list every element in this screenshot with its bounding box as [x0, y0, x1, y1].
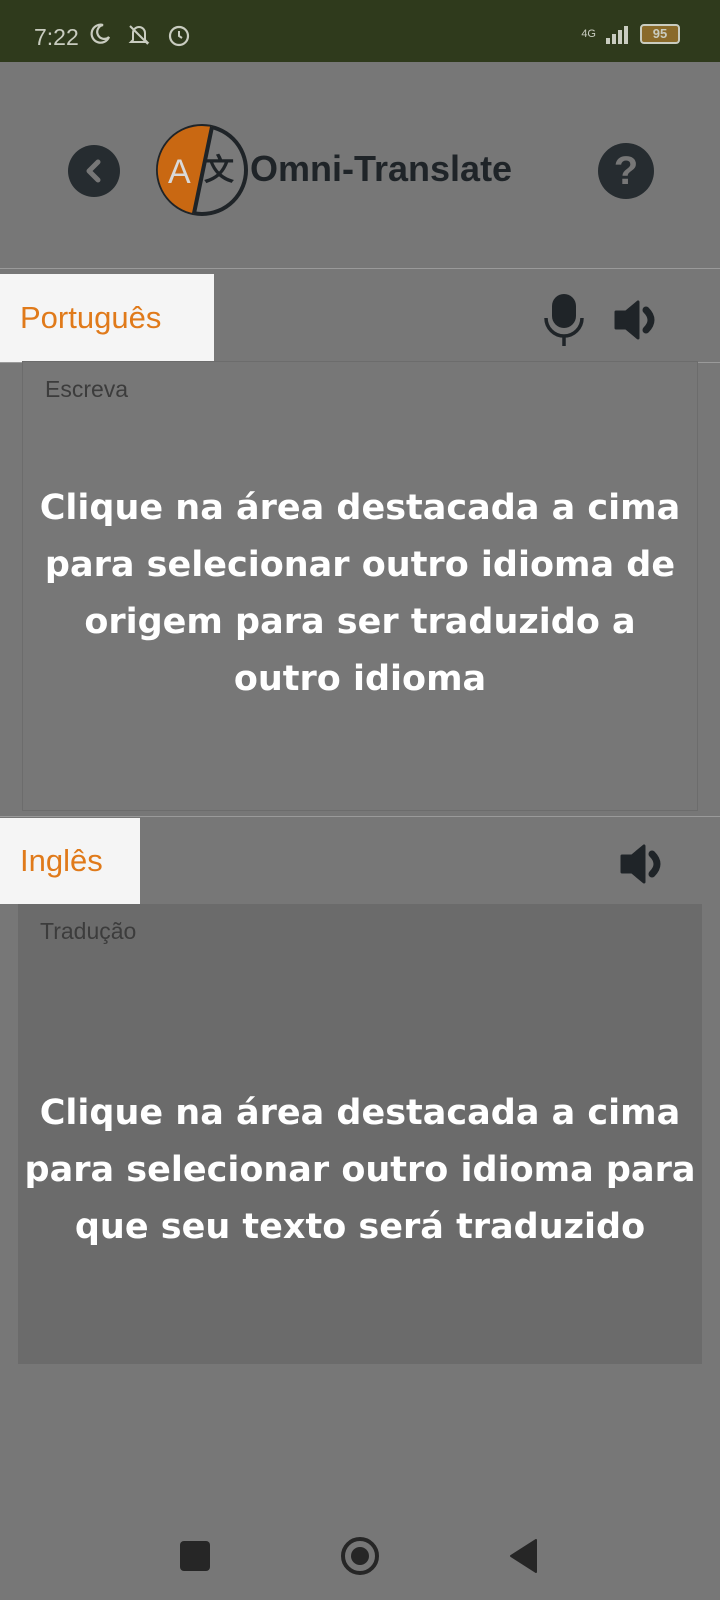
help-button[interactable]: ?	[598, 143, 654, 199]
logo-letter-a: A	[168, 153, 191, 191]
back-icon	[86, 159, 101, 183]
status-icons-right: 4G 95	[581, 24, 680, 44]
divider	[0, 268, 720, 269]
app-title: Omni-Translate	[250, 148, 513, 189]
hint-line: para selecionar outro idioma de	[44, 545, 676, 585]
source-hint-text: Clique na área destacada a cima para sel…	[0, 480, 720, 708]
source-placeholder: Escreva	[45, 376, 129, 402]
target-language-selector[interactable]: Inglês	[0, 818, 140, 904]
recents-button[interactable]	[180, 1541, 210, 1571]
microphone-icon[interactable]	[542, 292, 586, 346]
mute-icon	[128, 25, 150, 45]
battery-icon: 95	[640, 24, 680, 44]
hint-line: Clique na área destacada a cima	[39, 488, 681, 528]
network-type: 4G	[581, 28, 596, 40]
source-speaker-icon[interactable]	[612, 300, 664, 340]
logo-letter-wen: 文	[204, 153, 234, 188]
source-language-selector[interactable]: Português	[0, 274, 214, 362]
divider	[0, 816, 720, 817]
status-icons-left	[88, 22, 192, 48]
moon-icon	[90, 23, 111, 44]
status-bar: 7:22 4G 95	[0, 0, 720, 62]
hint-line: que seu texto será traduzido	[74, 1207, 646, 1247]
target-hint-text: Clique na área destacada a cima para sel…	[0, 1085, 720, 1256]
home-button[interactable]	[340, 1536, 380, 1576]
target-placeholder: Tradução	[40, 918, 137, 944]
alarm-icon	[168, 25, 190, 47]
target-speaker-icon[interactable]	[618, 844, 670, 884]
app-header: A 文 Omni-Translate ?	[0, 62, 720, 268]
nav-back-button[interactable]	[508, 1538, 538, 1574]
signal-icon	[606, 26, 628, 44]
back-button[interactable]	[68, 145, 120, 197]
status-time: 7:22	[34, 24, 79, 50]
hint-line: Clique na área destacada a cima	[39, 1093, 681, 1133]
app-logo: A 文	[156, 124, 248, 216]
hint-line: origem para ser traduzido a	[84, 602, 636, 642]
hint-line: outro idioma	[233, 659, 487, 699]
hint-line: para selecionar outro idioma para	[24, 1150, 696, 1190]
